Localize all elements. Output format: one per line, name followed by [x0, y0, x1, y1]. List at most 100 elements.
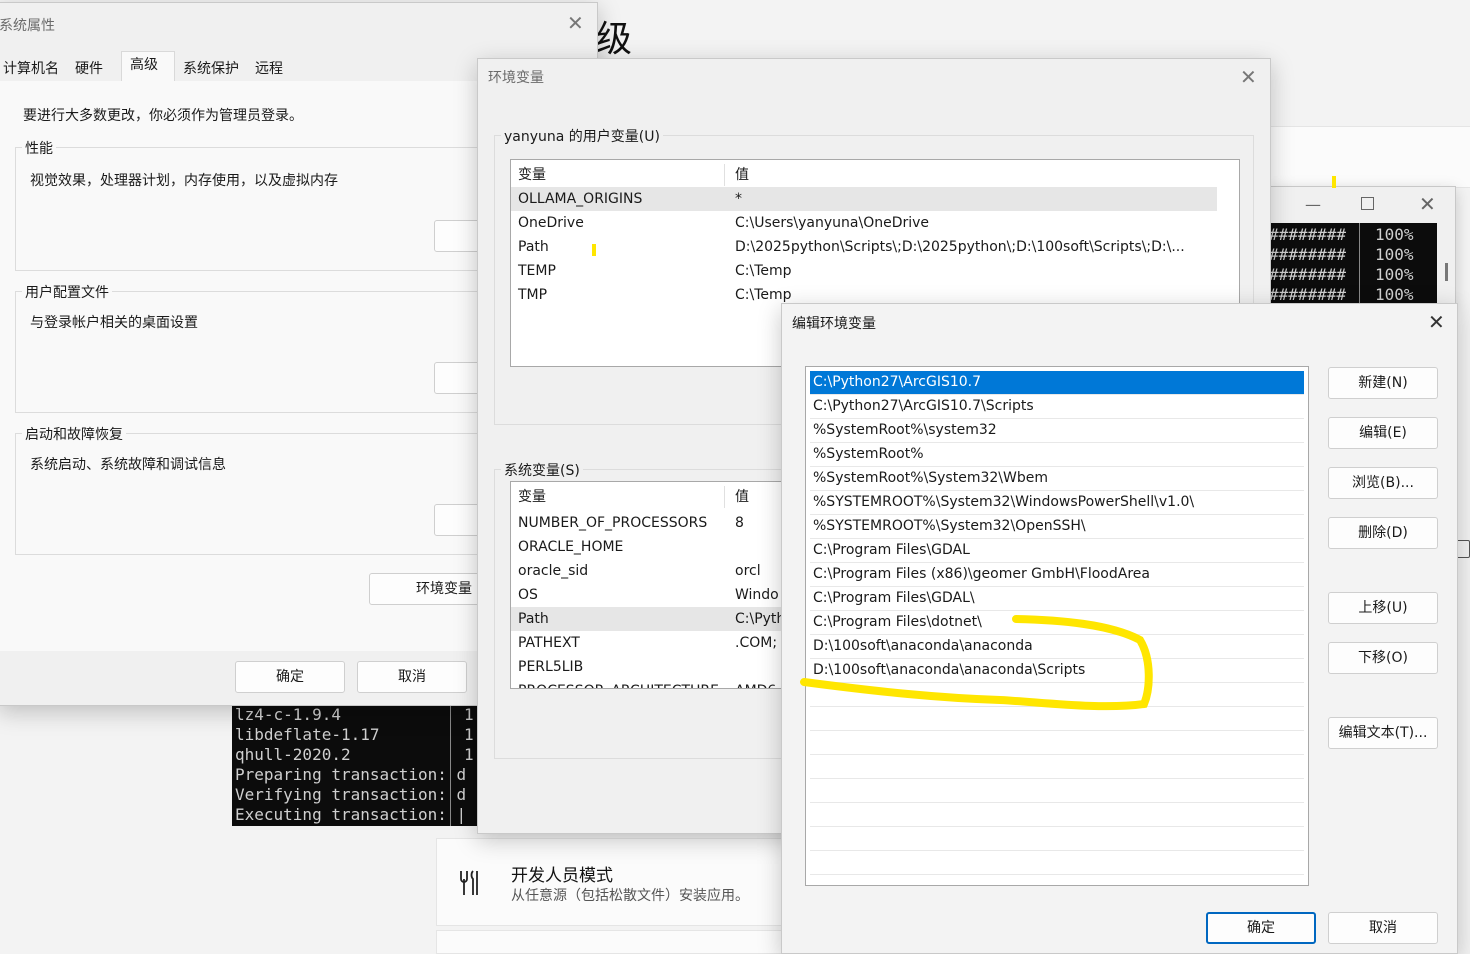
move-up-button[interactable]: 上移(U) — [1328, 592, 1438, 624]
path-list-item[interactable]: %SYSTEMROOT%\System32\WindowsPowerShell\… — [810, 491, 1304, 515]
dev-mode-title: 开发人员模式 — [511, 866, 613, 886]
path-text: C:\Python27\ArcGIS10.7\Scripts — [813, 398, 1034, 414]
table-row[interactable]: Path D:\2025python\Scripts\;D:\2025pytho… — [511, 235, 1217, 259]
path-list-item[interactable]: D:\100soft\anaconda\anaconda\Scripts — [810, 659, 1304, 683]
close-icon[interactable]: ✕ — [567, 13, 584, 33]
path-list-empty-row[interactable] — [810, 803, 1304, 827]
cancel-button[interactable]: 取消 — [357, 661, 467, 693]
table-row[interactable]: TEMP C:\Temp — [511, 259, 1217, 283]
dev-mode-description: 从任意源（包括松散文件）安装应用。 — [511, 888, 749, 904]
user-profile-label: 用户配置文件 — [22, 282, 112, 302]
startup-recovery-label: 启动和故障恢复 — [22, 424, 126, 444]
var-name: TEMP — [518, 263, 556, 279]
tab-advanced[interactable]: 高级 — [121, 51, 175, 81]
close-icon[interactable]: ✕ — [1428, 312, 1445, 332]
performance-label: 性能 — [22, 138, 56, 158]
column-header-variable[interactable]: 变量 — [518, 486, 725, 508]
path-list-empty-row[interactable] — [810, 707, 1304, 731]
window-title: 环境变量 — [488, 70, 544, 86]
terminal-hash: ######## — [1269, 285, 1347, 304]
cancel-button[interactable]: 取消 — [1328, 912, 1438, 944]
edit-text-button[interactable]: 编辑文本(T)... — [1328, 717, 1438, 749]
window-title: 编辑环境变量 — [792, 316, 876, 332]
delete-button[interactable]: 删除(D) — [1328, 517, 1438, 549]
path-list-item[interactable]: C:\Python27\ArcGIS10.7 — [810, 371, 1304, 395]
path-list-item[interactable]: D:\100soft\anaconda\anaconda — [810, 635, 1304, 659]
tab-remote[interactable]: 远程 — [255, 58, 283, 78]
path-text: %SYSTEMROOT%\System32\OpenSSH\ — [813, 518, 1086, 534]
move-down-button[interactable]: 下移(O) — [1328, 642, 1438, 674]
path-list-empty-row[interactable] — [810, 683, 1304, 707]
tab-system-protection[interactable]: 系统保护 — [183, 58, 239, 78]
path-list-item[interactable]: C:\Python27\ArcGIS10.7\Scripts — [810, 395, 1304, 419]
var-value: C:\Pyth — [735, 611, 786, 627]
terminal-pct: 100% — [1375, 225, 1414, 244]
path-list-empty-row[interactable] — [810, 779, 1304, 803]
terminal-pct: 100% — [1375, 285, 1414, 304]
terminal-hash: ######## — [1269, 245, 1347, 264]
column-header-variable[interactable]: 变量 — [518, 164, 725, 186]
tab-hardware[interactable]: 硬件 — [75, 58, 103, 78]
close-icon[interactable]: ✕ — [1419, 192, 1436, 216]
terminal-hash: ######## — [1269, 265, 1347, 284]
path-text: C:\Program Files\GDAL — [813, 542, 970, 558]
path-text: D:\100soft\anaconda\anaconda — [813, 638, 1033, 654]
terminal-line: libdeflate-1.17 — [235, 725, 380, 744]
path-list: C:\Python27\ArcGIS10.7 C:\Python27\ArcGIS… — [805, 366, 1309, 886]
path-list-item[interactable]: %SystemRoot%\System32\Wbem — [810, 467, 1304, 491]
terminal-col2: 1 — [464, 705, 474, 724]
var-value: orcl — [735, 563, 761, 579]
path-list-item[interactable]: C:\Program Files\GDAL — [810, 539, 1304, 563]
column-header-value[interactable]: 值 — [735, 164, 749, 184]
path-text: C:\Program Files\GDAL\ — [813, 590, 975, 606]
ok-button[interactable]: 确定 — [235, 661, 345, 693]
path-list-item[interactable]: %SystemRoot% — [810, 443, 1304, 467]
edit-button[interactable]: 编辑(E) — [1328, 417, 1438, 449]
terminal-col2: 1 — [464, 725, 474, 744]
terminal-line: Verifying transaction: d — [235, 785, 467, 804]
window-title: 系统属性 — [0, 18, 55, 34]
new-button[interactable]: 新建(N) — [1328, 367, 1438, 399]
maximize-icon[interactable] — [1361, 197, 1374, 210]
var-name: ORACLE_HOME — [518, 539, 624, 555]
path-text: %SystemRoot%\system32 — [813, 422, 997, 438]
terminal-line: Preparing transaction: d — [235, 765, 467, 784]
browse-button[interactable]: 浏览(B)... — [1328, 467, 1438, 499]
ok-button[interactable]: 确定 — [1206, 912, 1316, 944]
scrollbar-thumb[interactable] — [1445, 263, 1448, 281]
table-row[interactable]: OneDrive C:\Users\yanyuna\OneDrive — [511, 211, 1217, 235]
var-name: PATHEXT — [518, 635, 580, 651]
var-value: Windo — [735, 587, 779, 603]
settings-page-title-char: 级 — [596, 19, 633, 60]
terminal-body: ######## ######## ######## ######## 100%… — [1269, 223, 1437, 307]
var-name: OneDrive — [518, 215, 584, 231]
admin-note: 要进行大多数更改，你必须作为管理员登录。 — [23, 108, 303, 124]
table-row[interactable]: OLLAMA_ORIGINS * — [511, 187, 1217, 211]
path-list-item[interactable]: C:\Program Files\dotnet\ — [810, 611, 1304, 635]
var-name: OLLAMA_ORIGINS — [518, 191, 643, 207]
var-name: OS — [518, 587, 538, 603]
column-header-value[interactable]: 值 — [735, 486, 749, 506]
startup-recovery-desc: 系统启动、系统故障和调试信息 — [30, 457, 226, 473]
path-list-item[interactable]: %SYSTEMROOT%\System32\OpenSSH\ — [810, 515, 1304, 539]
var-name: PROCESSOR_ARCHITECTURE — [518, 679, 719, 688]
path-text: %SystemRoot%\System32\Wbem — [813, 470, 1048, 486]
terminal-pct: 100% — [1375, 245, 1414, 264]
var-name: TMP — [518, 287, 548, 303]
path-list-empty-row[interactable] — [810, 731, 1304, 755]
user-profile-desc: 与登录帐户相关的桌面设置 — [30, 315, 198, 331]
path-text: D:\100soft\anaconda\anaconda\Scripts — [813, 662, 1086, 678]
minimize-icon[interactable]: — — [1305, 195, 1321, 214]
var-value: D:\2025python\Scripts\;D:\2025python\;D:… — [735, 239, 1185, 255]
system-variables-label: 系统变量(S) — [501, 460, 583, 480]
edit-environment-variable-window: 编辑环境变量 ✕ C:\Python27\ArcGIS10.7 C:\Python… — [781, 303, 1458, 954]
path-list-empty-row[interactable] — [810, 755, 1304, 779]
path-list-empty-row[interactable] — [810, 851, 1304, 875]
tab-computer-name[interactable]: 计算机名 — [3, 58, 59, 78]
close-icon[interactable]: ✕ — [1240, 67, 1257, 87]
path-list-empty-row[interactable] — [810, 827, 1304, 851]
path-list-item[interactable]: C:\Program Files\GDAL\ — [810, 587, 1304, 611]
path-list-item[interactable]: %SystemRoot%\system32 — [810, 419, 1304, 443]
path-list-item[interactable]: C:\Program Files (x86)\geomer GmbH\Flood… — [810, 563, 1304, 587]
user-variables-label: yanyuna 的用户变量(U) — [501, 126, 663, 146]
